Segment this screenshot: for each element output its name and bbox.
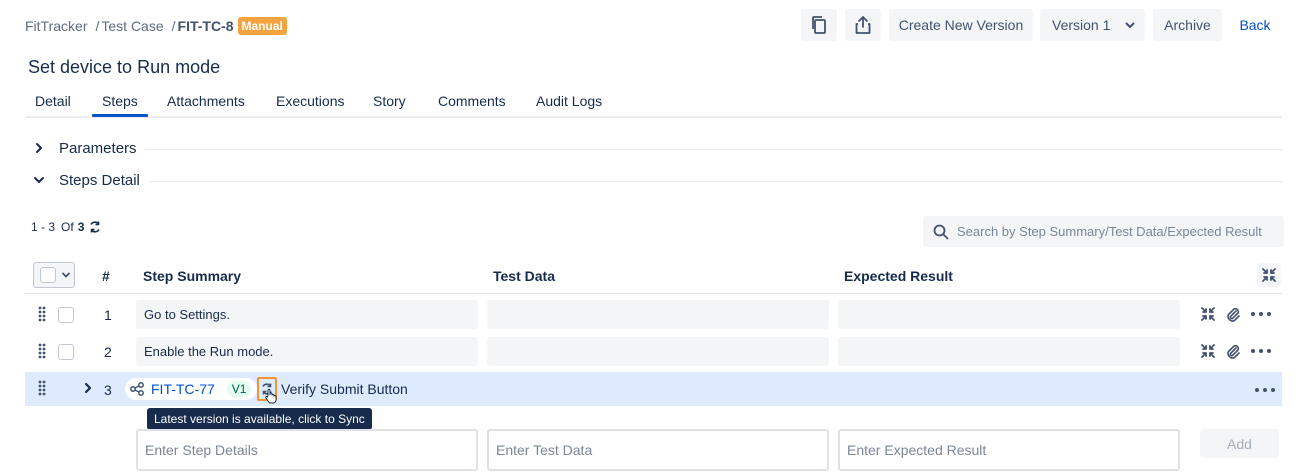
attachment-icon[interactable] xyxy=(1225,306,1241,322)
chevron-down-icon xyxy=(62,272,70,278)
new-test-data-input[interactable] xyxy=(487,429,829,471)
breadcrumb-separator: / xyxy=(171,18,176,34)
row-checkbox[interactable] xyxy=(58,307,74,323)
steps-detail-section-toggle[interactable]: Steps Detail xyxy=(33,169,140,191)
search-input[interactable] xyxy=(957,224,1277,239)
row-checkbox[interactable] xyxy=(58,344,74,360)
refresh-icon[interactable] xyxy=(88,220,102,234)
new-expected-result-input[interactable] xyxy=(838,429,1180,471)
collapse-icon[interactable] xyxy=(1200,306,1216,322)
breadcrumb-project[interactable]: FitTracker xyxy=(25,18,87,34)
pagination-range: 1 - 3 xyxy=(31,220,56,234)
column-header-test-data: Test Data xyxy=(493,268,555,284)
archive-button[interactable]: Archive xyxy=(1153,9,1222,41)
step-summary-cell[interactable]: Go to Settings. xyxy=(136,300,478,329)
share-nodes-icon xyxy=(130,382,144,396)
add-step-button[interactable]: Add xyxy=(1200,429,1279,458)
test-data-cell[interactable] xyxy=(487,300,829,329)
hand-cursor-icon xyxy=(265,389,277,404)
step-summary-cell[interactable]: Enable the Run mode. xyxy=(136,337,478,366)
row-actions xyxy=(1200,306,1272,322)
collapse-icon xyxy=(1262,268,1276,282)
table-row: 1 Go to Settings. xyxy=(25,296,1282,333)
share-button[interactable] xyxy=(845,9,881,41)
breadcrumb-current: FIT-TC-8 xyxy=(177,18,234,34)
linked-test-case-id[interactable]: FIT-TC-77 xyxy=(151,381,215,397)
tab-executions[interactable]: Executions xyxy=(276,93,344,109)
breadcrumb-section[interactable]: Test Case xyxy=(101,18,163,34)
collapse-all-button[interactable] xyxy=(1257,263,1281,287)
page-title: Set device to Run mode xyxy=(28,57,221,77)
share-icon xyxy=(855,16,871,34)
pagination-of: Of xyxy=(61,220,74,234)
new-step-details-input[interactable] xyxy=(136,429,478,471)
section-divider xyxy=(150,181,1282,182)
attachment-icon[interactable] xyxy=(1225,343,1241,359)
pagination-total: 3 xyxy=(77,220,85,234)
tab-story[interactable]: Story xyxy=(373,93,406,109)
pagination-info: 1 - 3 Of 3 xyxy=(31,220,102,234)
steps-table-header: # Step Summary Test Data Expected Result xyxy=(25,258,1282,294)
section-divider xyxy=(145,149,1282,150)
more-options-icon[interactable] xyxy=(1250,306,1272,322)
drag-handle-icon[interactable] xyxy=(37,343,47,359)
version-select-value: Version 1 xyxy=(1052,17,1111,33)
tab-comments[interactable]: Comments xyxy=(438,93,506,109)
column-header-step-summary: Step Summary xyxy=(143,268,242,284)
create-new-version-button[interactable]: Create New Version xyxy=(889,9,1033,41)
drag-handle-icon[interactable] xyxy=(37,380,47,396)
select-all-checkbox[interactable] xyxy=(40,267,56,283)
tab-detail[interactable]: Detail xyxy=(35,93,71,109)
chevron-down-icon xyxy=(1125,22,1135,28)
step-number: 3 xyxy=(104,382,112,398)
chevron-right-icon xyxy=(36,143,42,153)
column-header-expected-result: Expected Result xyxy=(844,268,953,284)
back-button[interactable]: Back xyxy=(1230,9,1280,41)
row-actions xyxy=(1200,343,1272,359)
tab-attachments[interactable]: Attachments xyxy=(167,93,245,109)
chevron-down-icon xyxy=(34,177,44,183)
select-all-dropdown[interactable] xyxy=(33,262,75,288)
step-number: 1 xyxy=(104,307,112,323)
collapse-icon[interactable] xyxy=(1200,343,1216,359)
version-select[interactable]: Version 1 xyxy=(1040,9,1145,41)
expand-row-icon[interactable] xyxy=(83,381,93,395)
steps-detail-section-label: Steps Detail xyxy=(59,171,140,189)
more-options-icon[interactable] xyxy=(1254,382,1276,398)
breadcrumb: FitTracker / Test Case / FIT-TC-8 Manual xyxy=(25,17,287,35)
breadcrumb-separator: / xyxy=(95,18,100,34)
linked-test-case-title: Verify Submit Button xyxy=(281,381,408,397)
tab-bar: Detail Steps Attachments Executions Stor… xyxy=(25,88,1282,118)
copy-button[interactable] xyxy=(801,9,837,41)
parameters-section-label: Parameters xyxy=(59,139,137,157)
expected-result-cell[interactable] xyxy=(838,300,1180,329)
version-badge: V1 xyxy=(226,381,252,397)
column-header-number: # xyxy=(102,268,110,284)
more-options-icon[interactable] xyxy=(1250,343,1272,359)
sync-tooltip: Latest version is available, click to Sy… xyxy=(147,408,372,430)
type-badge: Manual xyxy=(237,17,287,35)
tab-steps[interactable]: Steps xyxy=(102,93,138,109)
step-search[interactable] xyxy=(923,216,1284,247)
step-number: 2 xyxy=(104,344,112,360)
expected-result-cell[interactable] xyxy=(838,337,1180,366)
linked-test-case-row: 3 FIT-TC-77 V1 Verify Submit Button xyxy=(25,372,1282,406)
test-data-cell[interactable] xyxy=(487,337,829,366)
copy-icon xyxy=(812,16,826,34)
tab-audit-logs[interactable]: Audit Logs xyxy=(536,93,602,109)
drag-handle-icon[interactable] xyxy=(37,306,47,322)
search-icon xyxy=(933,224,949,239)
linked-test-case[interactable]: FIT-TC-77 V1 xyxy=(125,378,258,400)
active-tab-indicator xyxy=(92,114,148,117)
table-row: 2 Enable the Run mode. xyxy=(25,333,1282,370)
parameters-section-toggle[interactable]: Parameters xyxy=(33,137,137,159)
